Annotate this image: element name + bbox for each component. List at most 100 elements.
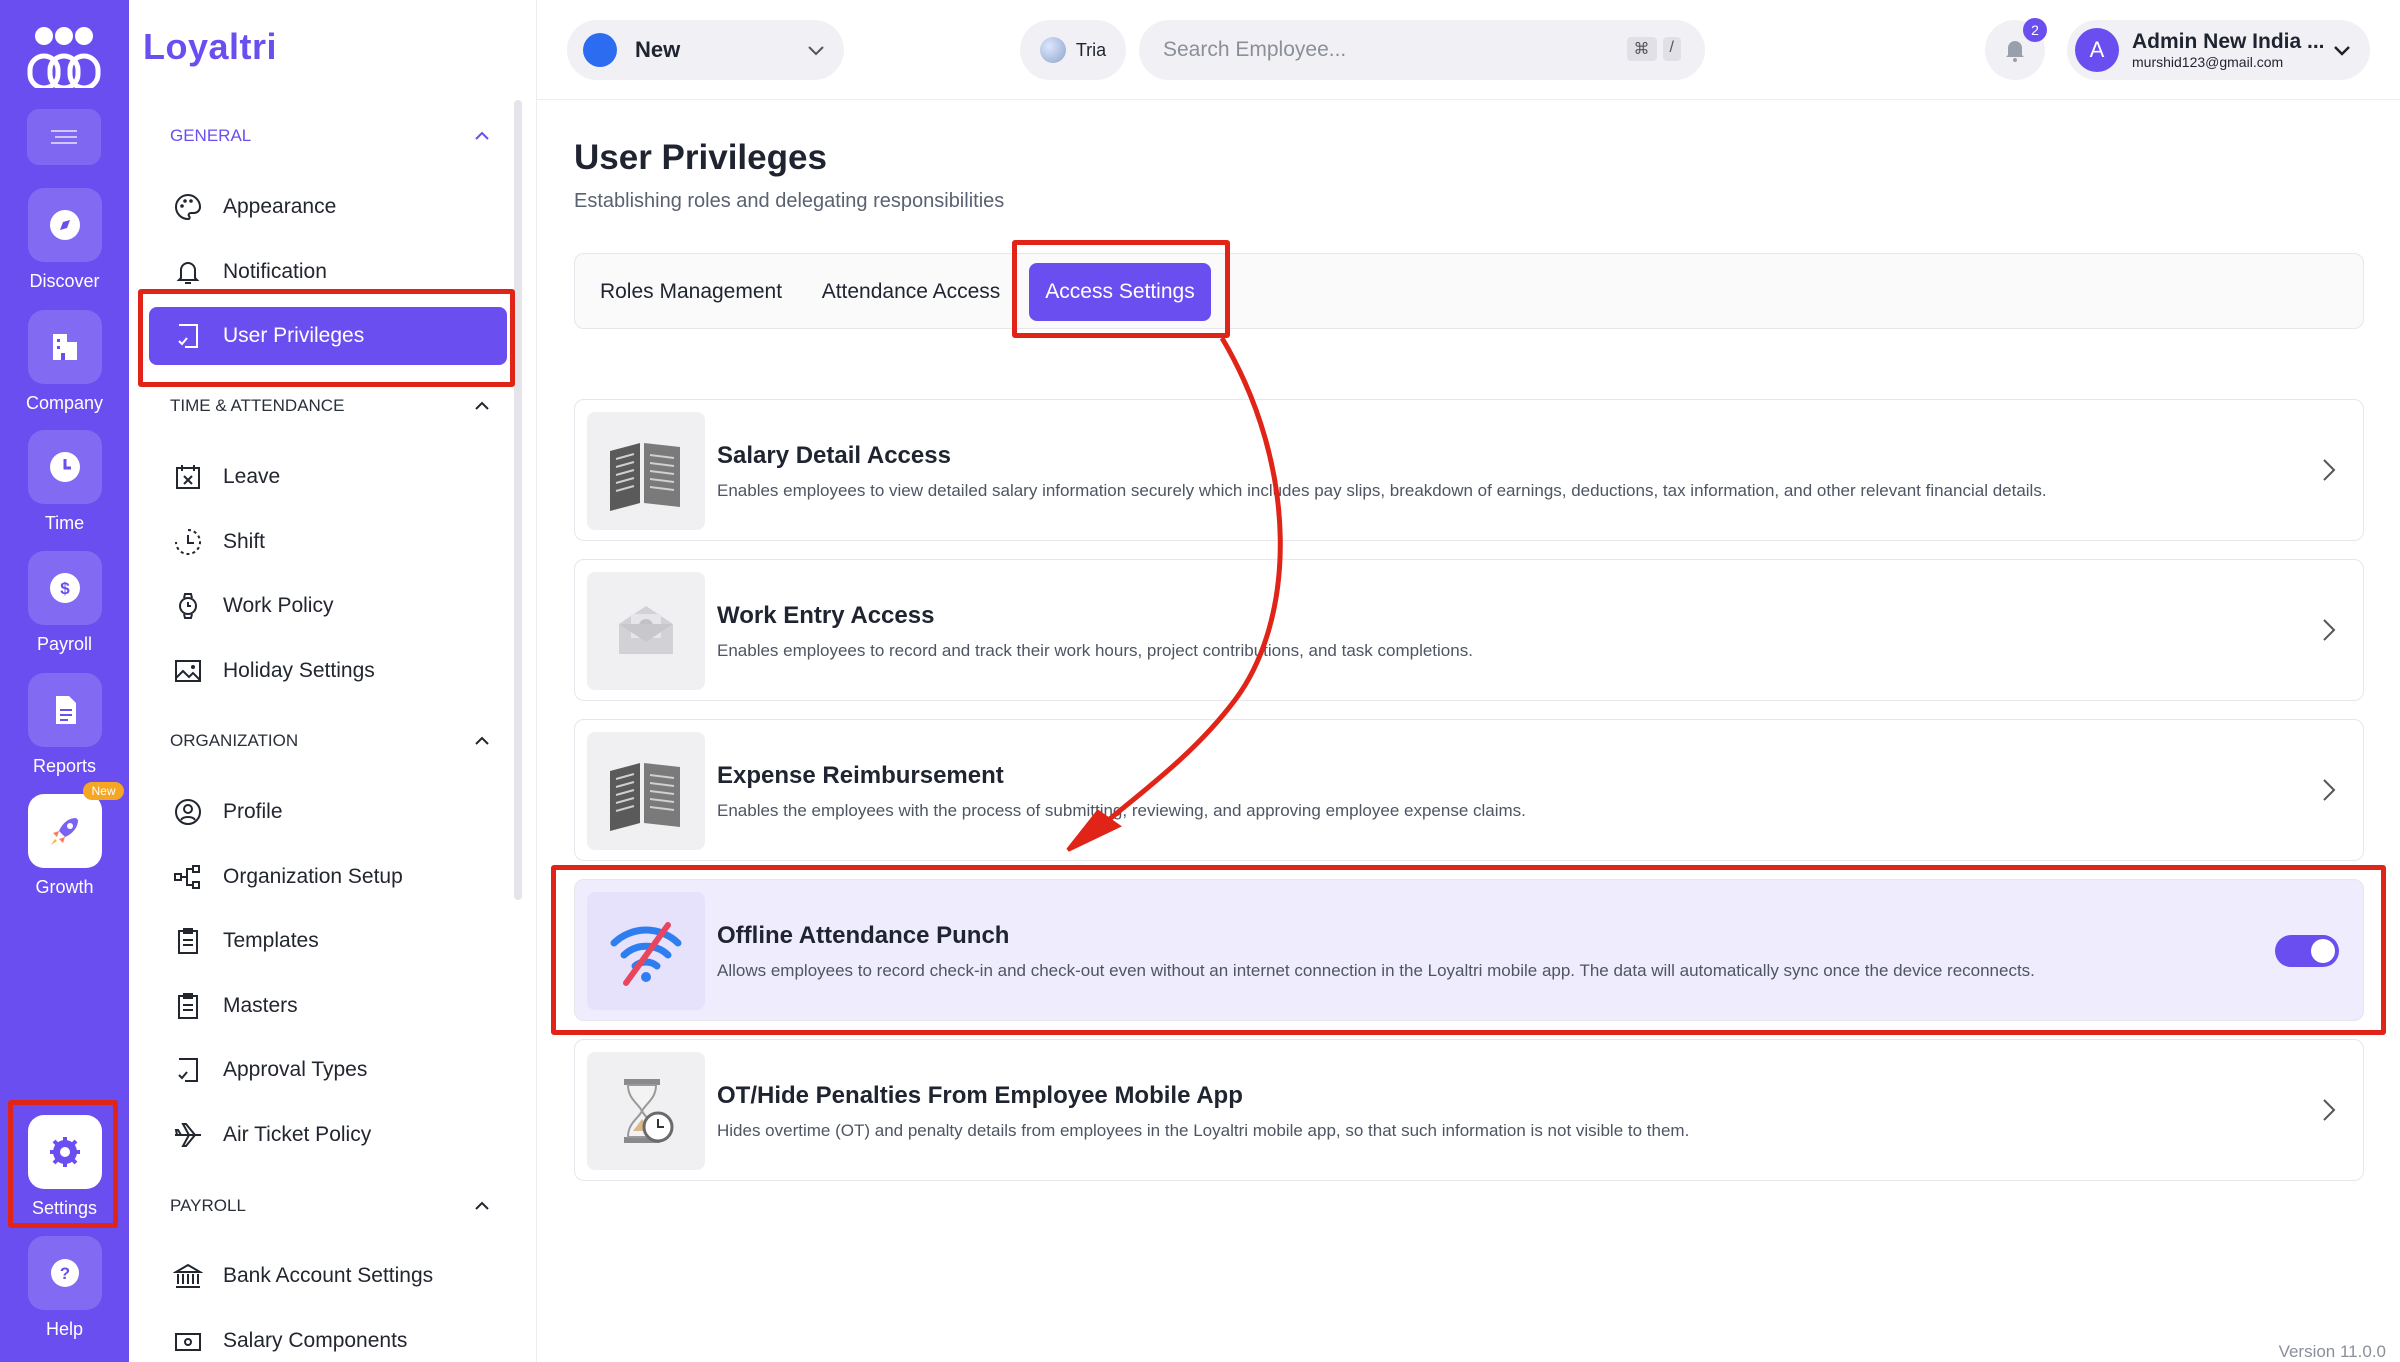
chevron-down-icon	[808, 46, 824, 56]
search-shortcut: ⌘ /	[1626, 37, 1681, 61]
user-circle-icon	[175, 799, 201, 825]
collapse-menu-button[interactable]	[27, 109, 101, 165]
rail-label: Help	[45, 1319, 84, 1339]
svg-text:$: $	[60, 579, 70, 598]
sidebar-item-appearance[interactable]: Appearance	[149, 178, 507, 236]
sidebar-scrollbar[interactable]	[514, 100, 522, 900]
setting-card-salary-detail-access[interactable]: Salary Detail Access Enables employees t…	[574, 399, 2364, 541]
search-input[interactable]: Search Employee... ⌘ /	[1139, 20, 1705, 80]
tab-attendance-access[interactable]: Attendance Access	[811, 267, 1011, 317]
section-payroll[interactable]: PAYROLL	[170, 1196, 490, 1216]
sidebar-item-notification[interactable]: Notification	[149, 243, 507, 301]
sidebar-item-label: Air Ticket Policy	[223, 1123, 372, 1146]
company-name: New	[635, 37, 681, 62]
sidebar-item-bank-account-settings[interactable]: Bank Account Settings	[149, 1247, 507, 1305]
tab-access-settings[interactable]: Access Settings	[1029, 263, 1211, 321]
section-organization[interactable]: ORGANIZATION	[170, 731, 490, 751]
sidebar-item-leave[interactable]: Leave	[149, 448, 507, 506]
tab-roles-management[interactable]: Roles Management	[597, 267, 785, 317]
card-description: Allows employees to record check-in and …	[717, 961, 2035, 980]
sidebar-item-profile[interactable]: Profile	[149, 783, 507, 841]
rail-payroll[interactable]: $ Payroll	[0, 551, 129, 655]
company-logo-icon	[583, 33, 617, 67]
chevron-up-icon	[475, 736, 489, 745]
sidebar-item-organization-setup[interactable]: Organization Setup	[149, 848, 507, 906]
search-placeholder: Search Employee...	[1163, 38, 1347, 61]
sidebar-item-masters[interactable]: Masters	[149, 977, 507, 1035]
svg-text:?: ?	[59, 1264, 69, 1283]
approval-icon	[178, 1058, 198, 1082]
setting-card-work-entry-access[interactable]: Work Entry Access Enables employees to r…	[574, 559, 2364, 701]
sidebar-item-label: Salary Components	[223, 1329, 408, 1352]
setting-card-ot-hide-penalties[interactable]: OT/Hide Penalties From Employee Mobile A…	[574, 1039, 2364, 1181]
gear-icon	[49, 1137, 80, 1167]
account-menu[interactable]: A Admin New India ... murshid123@gmail.c…	[2067, 20, 2370, 80]
user-name: Admin New India ...	[2132, 30, 2325, 53]
chevron-right-icon[interactable]	[2321, 776, 2337, 804]
rail-label: Growth	[35, 877, 94, 897]
section-time-attendance[interactable]: TIME & ATTENDANCE	[170, 396, 490, 416]
rail-growth[interactable]: New Growth	[0, 782, 129, 898]
rail-label: Company	[25, 393, 104, 413]
offline-punch-toggle[interactable]	[2275, 935, 2339, 967]
sidebar-item-salary-components[interactable]: Salary Components	[149, 1312, 507, 1362]
rail-label: Settings	[31, 1198, 98, 1218]
sidebar-item-label: User Privileges	[223, 324, 365, 347]
sidebar-item-user-privileges[interactable]: User Privileges	[149, 307, 507, 365]
company-selector[interactable]: New	[567, 20, 844, 80]
sidebar-item-label: Profile	[223, 800, 283, 823]
page-subtitle: Establishing roles and delegating respon…	[574, 190, 1005, 212]
money-envelope-icon	[619, 606, 673, 654]
page-title: User Privileges	[574, 138, 827, 177]
sidebar-item-label: Holiday Settings	[223, 659, 375, 682]
notifications-button[interactable]: 2	[1985, 18, 2047, 80]
icon-rail: Discover Company Time $ Payroll Reports …	[0, 0, 129, 1362]
rail-help[interactable]: ? Help	[0, 1236, 129, 1340]
card-title: Offline Attendance Punch	[717, 922, 1010, 949]
menu-lines-icon	[51, 130, 77, 144]
chevron-up-icon	[475, 131, 489, 140]
chevron-right-icon[interactable]	[2321, 1096, 2337, 1124]
shift-clock-icon	[175, 529, 201, 555]
compass-icon	[49, 210, 80, 240]
org-chart-icon	[174, 865, 200, 889]
section-label: GENERAL	[170, 126, 252, 145]
rail-discover[interactable]: Discover	[0, 188, 129, 292]
palette-icon	[175, 193, 202, 221]
sidebar-item-shift[interactable]: Shift	[149, 513, 507, 571]
settings-sidebar: Loyaltri GENERAL Appearance Notification…	[129, 0, 537, 1362]
sidebar-item-label: Shift	[223, 530, 266, 553]
card-description: Enables employees to record and track th…	[717, 641, 1473, 660]
sidebar-item-label: Approval Types	[223, 1058, 368, 1081]
new-badge: New	[83, 782, 124, 800]
hourglass-clock-icon	[624, 1079, 674, 1143]
sidebar-item-work-policy[interactable]: Work Policy	[149, 577, 507, 635]
card-title: Work Entry Access	[717, 602, 935, 629]
setting-card-offline-attendance-punch[interactable]: Offline Attendance Punch Allows employee…	[574, 879, 2364, 1021]
card-thumbnail	[587, 892, 705, 1010]
sidebar-item-label: Notification	[223, 260, 327, 283]
sidebar-item-label: Masters	[223, 994, 298, 1017]
rail-settings[interactable]: Settings	[0, 1115, 129, 1219]
calendar-x-icon	[176, 465, 200, 489]
rail-reports[interactable]: Reports	[0, 673, 129, 777]
chevron-right-icon[interactable]	[2321, 616, 2337, 644]
sidebar-item-air-ticket-policy[interactable]: Air Ticket Policy	[149, 1106, 507, 1164]
sidebar-item-templates[interactable]: Templates	[149, 912, 507, 970]
rail-time[interactable]: Time	[0, 430, 129, 534]
section-general[interactable]: GENERAL	[170, 126, 490, 146]
rail-company[interactable]: Company	[0, 310, 129, 414]
ledger-icon	[610, 763, 680, 831]
rail-label: Discover	[29, 271, 100, 291]
app-logo-icon[interactable]	[24, 22, 104, 88]
tria-assistant-button[interactable]: Tria	[1020, 20, 1126, 80]
sidebar-item-holiday-settings[interactable]: Holiday Settings	[149, 642, 507, 700]
image-icon	[175, 660, 201, 682]
document-icon	[55, 696, 76, 724]
sidebar-item-approval-types[interactable]: Approval Types	[149, 1041, 507, 1099]
setting-card-expense-reimbursement[interactable]: Expense Reimbursement Enables the employ…	[574, 719, 2364, 861]
bell-icon	[2006, 41, 2024, 62]
chevron-right-icon[interactable]	[2321, 456, 2337, 484]
chevron-down-icon	[2334, 46, 2350, 56]
version-label: Version 11.0.0	[2278, 1342, 2386, 1361]
